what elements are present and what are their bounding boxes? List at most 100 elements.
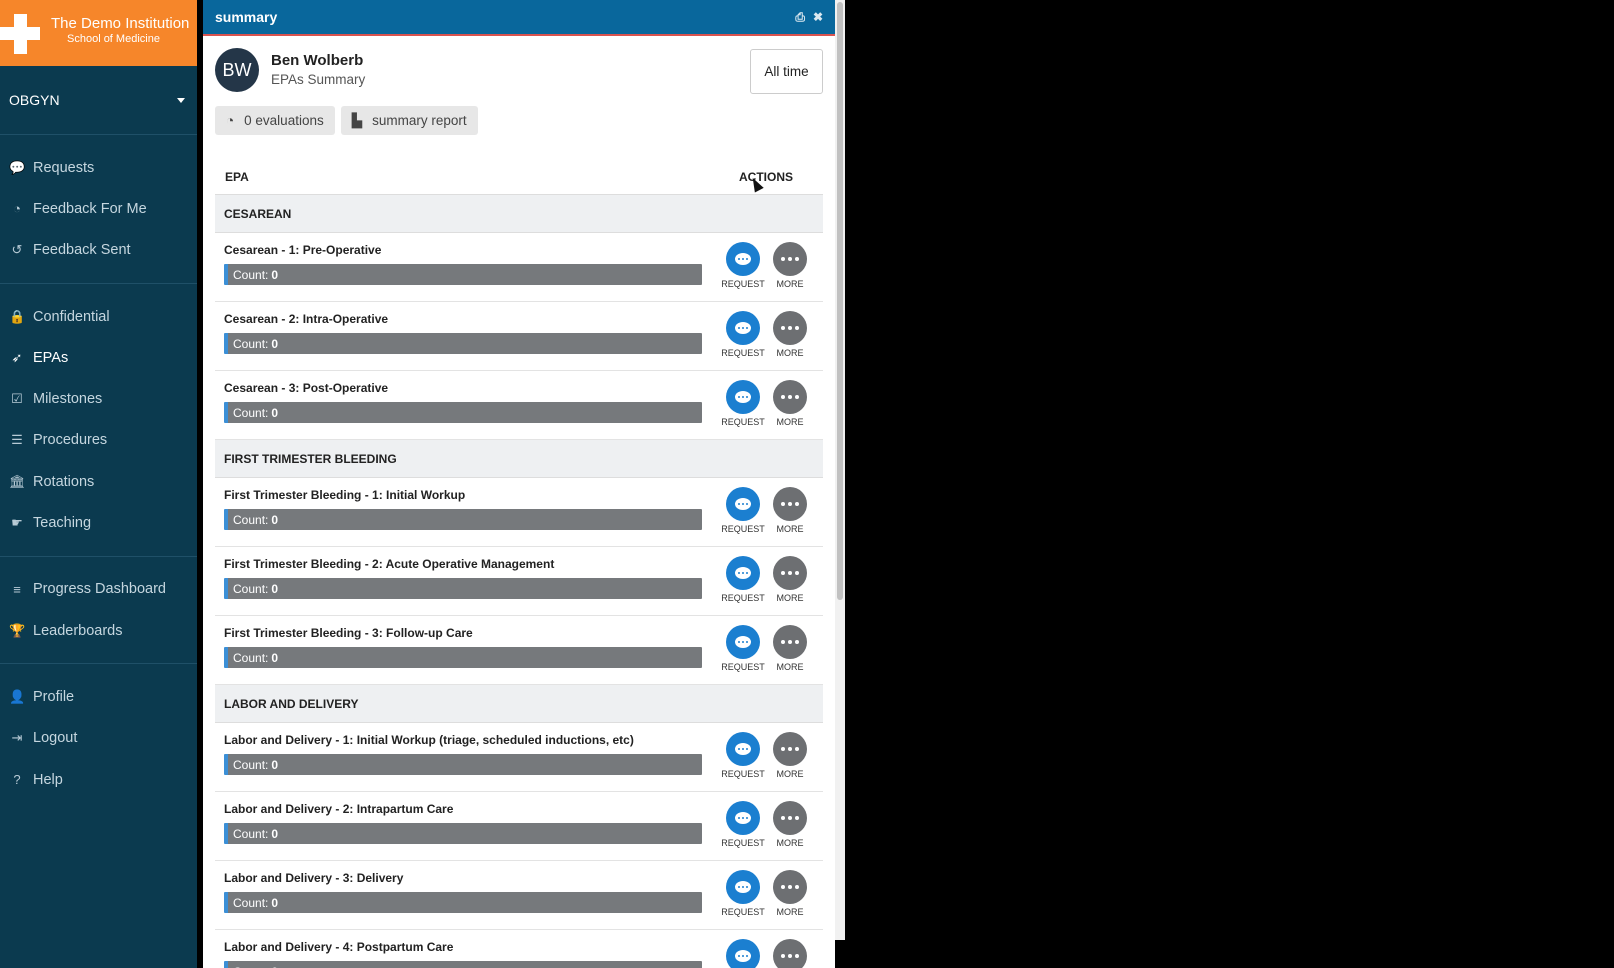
sidebar-item-requests[interactable]: 💬 Requests <box>0 147 197 188</box>
ellipsis-icon <box>773 242 807 276</box>
sidebar-item-feedback-for-me[interactable]: ◔ Feedback For Me <box>0 188 197 229</box>
count-value: 0 <box>271 581 279 596</box>
sidebar-item-progress-dashboard[interactable]: ≡ Progress Dashboard <box>0 569 197 610</box>
request-label: REQUEST <box>721 348 765 358</box>
comment-icon <box>726 870 760 904</box>
actions-column-header: ACTIONS <box>739 170 793 184</box>
nav-group: 🔒 Confidential ➶ EPAs ☑ Milestones ☰ Procedures… <box>0 284 197 557</box>
count-value: 0 <box>271 895 279 910</box>
count-label: Count: <box>233 757 269 772</box>
more-label: MORE <box>776 593 804 603</box>
print-icon[interactable]: ⎙ <box>795 10 805 25</box>
more-button[interactable]: MORE <box>766 556 814 603</box>
epa-name[interactable]: First Trimester Bleeding - 1: Initial Wo… <box>224 488 465 502</box>
close-icon[interactable]: ✖ <box>813 10 823 25</box>
count-value: 0 <box>271 757 279 772</box>
sidebar-item-epas[interactable]: ➶ EPAs <box>0 337 197 378</box>
comment-icon <box>726 939 760 968</box>
epa-count-bar: Count:0 <box>224 333 702 354</box>
epa-name[interactable]: First Trimester Bleeding - 2: Acute Oper… <box>224 557 554 571</box>
sidebar-item-confidential[interactable]: 🔒 Confidential <box>0 296 197 337</box>
sidebar-item-label: Teaching <box>33 515 92 532</box>
epa-name[interactable]: Cesarean - 2: Intra-Operative <box>224 312 388 326</box>
user-name: Ben Wolberb <box>271 52 364 69</box>
cross-icon <box>0 6 42 60</box>
count-label: Count: <box>233 267 269 282</box>
request-button[interactable]: REQUEST <box>719 939 767 968</box>
count-value: 0 <box>271 405 279 420</box>
program-selector[interactable]: OBGYN <box>0 66 197 135</box>
epa-row: Labor and Delivery - 2: Intrapartum Care… <box>215 792 823 861</box>
epa-name[interactable]: Cesarean - 3: Post-Operative <box>224 381 388 395</box>
request-button[interactable]: REQUEST <box>719 870 767 917</box>
epa-row: First Trimester Bleeding - 3: Follow-up … <box>215 616 823 685</box>
more-button[interactable]: MORE <box>766 732 814 779</box>
nav-group: 👤 Profile ⇥ Logout? Help <box>0 664 197 812</box>
sidebar-item-milestones[interactable]: ☑ Milestones <box>0 378 197 419</box>
evaluations-button[interactable]: ◔ 0 evaluations <box>215 106 335 135</box>
more-button[interactable]: MORE <box>766 939 814 968</box>
count-value: 0 <box>271 267 279 282</box>
count-value: 0 <box>271 512 279 527</box>
sidebar-item-procedures[interactable]: ☰ Procedures <box>0 420 197 461</box>
count-value: 0 <box>271 650 279 665</box>
request-button[interactable]: REQUEST <box>719 801 767 848</box>
more-button[interactable]: MORE <box>766 801 814 848</box>
request-button[interactable]: REQUEST <box>719 732 767 779</box>
more-button[interactable]: MORE <box>766 487 814 534</box>
epa-name[interactable]: Cesarean - 1: Pre-Operative <box>224 243 381 257</box>
date-range-button[interactable]: All time <box>750 49 823 94</box>
ellipsis-icon <box>773 801 807 835</box>
sidebar-item-help[interactable]: ? Help <box>0 759 197 800</box>
more-label: MORE <box>776 662 804 672</box>
request-button[interactable]: REQUEST <box>719 487 767 534</box>
request-button[interactable]: REQUEST <box>719 556 767 603</box>
request-button[interactable]: REQUEST <box>719 311 767 358</box>
panel-scrollbar[interactable] <box>835 0 845 940</box>
brand-line2: School of Medicine <box>67 33 160 45</box>
sidebar-item-teaching[interactable]: ☛ Teaching <box>0 502 197 543</box>
request-label: REQUEST <box>721 279 765 289</box>
request-label: REQUEST <box>721 838 765 848</box>
sidebar-item-rotations[interactable]: 🏛 Rotations <box>0 461 197 502</box>
ellipsis-icon <box>773 556 807 590</box>
more-button[interactable]: MORE <box>766 380 814 427</box>
more-button[interactable]: MORE <box>766 870 814 917</box>
history-icon: ↺ <box>11 242 23 258</box>
more-button[interactable]: MORE <box>766 242 814 289</box>
sidebar-item-logout[interactable]: ⇥ Logout <box>0 718 197 759</box>
list-icon: ☰ <box>11 432 23 448</box>
evaluations-label: 0 evaluations <box>244 113 324 128</box>
count-value: 0 <box>271 336 279 351</box>
sidebar-item-feedback-sent[interactable]: ↺ Feedback Sent <box>0 230 197 271</box>
request-label: REQUEST <box>721 417 765 427</box>
ellipsis-icon <box>773 487 807 521</box>
ellipsis-icon <box>773 939 807 968</box>
sidebar-item-profile[interactable]: 👤 Profile <box>0 676 197 717</box>
scrollbar-thumb[interactable] <box>837 2 843 600</box>
rss-icon: ◔ <box>226 113 235 128</box>
epa-count-bar: Count:0 <box>224 509 702 530</box>
request-button[interactable]: REQUEST <box>719 380 767 427</box>
ellipsis-icon <box>773 380 807 414</box>
epa-name[interactable]: Labor and Delivery - 2: Intrapartum Care <box>224 802 453 816</box>
epa-name[interactable]: Labor and Delivery - 4: Postpartum Care <box>224 940 453 954</box>
request-button[interactable]: REQUEST <box>719 242 767 289</box>
panel-titlebar: summary ⎙ ✖ <box>203 0 835 36</box>
comment-icon <box>726 625 760 659</box>
institution-logo[interactable]: The Demo Institution School of Medicine <box>0 0 197 66</box>
summary-report-button[interactable]: ▙ summary report <box>340 106 478 135</box>
count-label: Count: <box>233 512 269 527</box>
request-label: REQUEST <box>721 769 765 779</box>
more-button[interactable]: MORE <box>766 311 814 358</box>
count-value: 0 <box>271 965 278 968</box>
epa-name[interactable]: Labor and Delivery - 1: Initial Workup (… <box>224 733 634 747</box>
epa-group-heading: FIRST TRIMESTER BLEEDING <box>215 440 823 478</box>
sidebar-item-leaderboards[interactable]: 🏆 Leaderboards <box>0 610 197 651</box>
more-button[interactable]: MORE <box>766 625 814 672</box>
epa-row: Labor and Delivery - 1: Initial Workup (… <box>215 723 823 792</box>
epa-name[interactable]: First Trimester Bleeding - 3: Follow-up … <box>224 626 473 640</box>
epa-name[interactable]: Labor and Delivery - 3: Delivery <box>224 871 403 885</box>
sidebar: The Demo Institution School of Medicine … <box>0 0 197 968</box>
request-button[interactable]: REQUEST <box>719 625 767 672</box>
